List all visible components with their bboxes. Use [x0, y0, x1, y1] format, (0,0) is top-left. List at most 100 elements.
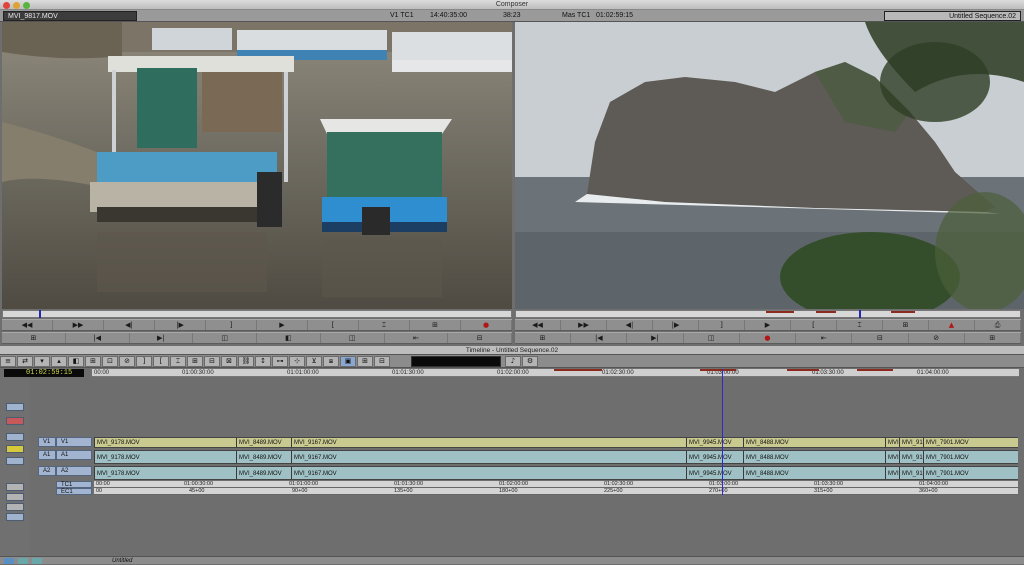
add-edit-button[interactable]: ⊞: [187, 356, 203, 367]
a1-track[interactable]: MVI_9178.MOV MVI_8489.MOV MVI_9167.MOV M…: [94, 450, 1018, 464]
rec-record-button[interactable]: ▲: [929, 320, 975, 330]
clear-out-button[interactable]: ◧: [257, 333, 321, 343]
timeline-clip[interactable]: MVI_8489.MOV: [236, 438, 291, 447]
rec-go-to-out-button[interactable]: |◀: [571, 333, 628, 343]
timeline-clip[interactable]: MVI_9167.MOV: [291, 451, 686, 463]
rec-mark-out-button[interactable]: ]: [699, 320, 745, 330]
lift-tool-button[interactable]: ⊟: [204, 356, 220, 367]
toggle-source-record-button[interactable]: ⇄: [17, 356, 33, 367]
timeline-clip[interactable]: MVI_8488.MOV: [743, 467, 885, 479]
rec-extra-button[interactable]: ⎙: [975, 320, 1021, 330]
timeline-view-3-button[interactable]: [6, 503, 24, 511]
overwrite-tool-button[interactable]: ⊠: [221, 356, 237, 367]
rec-no-button[interactable]: ⊘: [909, 333, 965, 343]
rec-clear-in-button[interactable]: ◫: [684, 333, 740, 343]
rec-step-forward-frame-button[interactable]: |▶: [653, 320, 699, 330]
timeline-clip[interactable]: MVI_8489.MOV: [236, 467, 291, 479]
timeline-clip[interactable]: MVI_9945.MOV: [686, 438, 743, 447]
chevron-up-icon[interactable]: ▴: [51, 356, 67, 367]
timeline-clip[interactable]: MVI_9167.MOV: [291, 467, 686, 479]
extract-splice-button[interactable]: ⊡: [102, 356, 118, 367]
link-icon[interactable]: ⛓: [238, 356, 254, 367]
timeline-playhead[interactable]: [722, 369, 723, 495]
v1-source-track[interactable]: V1: [38, 437, 56, 447]
trim-tool-button[interactable]: ⌶: [170, 356, 186, 367]
focus-button[interactable]: ▣: [340, 356, 356, 367]
timeline-clip[interactable]: MVI_9178.MOV: [94, 438, 236, 447]
source-position-bar[interactable]: [2, 310, 512, 318]
solo-track-button[interactable]: [6, 445, 24, 453]
effects-icon[interactable]: [32, 558, 42, 564]
rec-stop-button[interactable]: ●: [740, 333, 797, 343]
effect-tool-button[interactable]: ⊶: [272, 356, 288, 367]
zoom-button[interactable]: ⊞: [357, 356, 373, 367]
timeline-clip[interactable]: MVI_7901.MOV: [923, 438, 1018, 447]
timeline-clip[interactable]: MVI_91: [899, 438, 923, 447]
rec-step-back-frame-button[interactable]: ◀|: [607, 320, 653, 330]
chevron-down-icon[interactable]: ▾: [34, 356, 50, 367]
lift-overwrite-button[interactable]: ⊞: [85, 356, 101, 367]
overwrite-button[interactable]: ⇤: [385, 333, 449, 343]
timeline-clip[interactable]: MVI_8488.MOV: [743, 451, 885, 463]
clear-in-button[interactable]: ◫: [193, 333, 257, 343]
a2-track[interactable]: MVI_9178.MOV MVI_8489.MOV MVI_9167.MOV M…: [94, 466, 1018, 480]
timeline-view-4-button[interactable]: [6, 513, 24, 521]
play-in-out-button[interactable]: ▶|: [130, 333, 194, 343]
tc1-track[interactable]: TC1: [56, 481, 92, 488]
project-icon[interactable]: [18, 558, 28, 564]
settings-icon[interactable]: ⚙: [522, 356, 538, 367]
rec-step-back-button[interactable]: ◀◀: [515, 320, 561, 330]
source-monitor[interactable]: [2, 22, 512, 309]
rec-step-forward-button[interactable]: ▶▶: [561, 320, 607, 330]
ec1-track[interactable]: EC1: [56, 488, 92, 495]
step-back-button[interactable]: ◀◀: [2, 320, 53, 330]
timeline-position-display[interactable]: 01:02:59:15: [4, 369, 84, 377]
timeline-clip[interactable]: MVI_8489.MOV: [236, 451, 291, 463]
timeline-view-2-button[interactable]: [6, 493, 24, 501]
slip-tool-button[interactable]: ↕: [255, 356, 271, 367]
monitor-track-button[interactable]: [6, 433, 24, 441]
mark-in-button[interactable]: [: [308, 320, 359, 330]
sequence-menu[interactable]: Untitled Sequence.02: [884, 11, 1021, 21]
timeline-ruler[interactable]: 00:00 01:00:30:00 01:01:00:00 01:01:30:0…: [92, 369, 1019, 377]
rec-overwrite-button[interactable]: ⊟: [852, 333, 909, 343]
mark-clip-2-button[interactable]: ⊞: [410, 320, 461, 330]
step-back-frame-button[interactable]: ◀|: [104, 320, 155, 330]
rec-lift-button[interactable]: ⊞: [965, 333, 1021, 343]
rec-play-in-out-button[interactable]: ▶|: [627, 333, 684, 343]
mark-clip-button[interactable]: ⌶: [359, 320, 410, 330]
timeline-menu-button[interactable]: ≡: [0, 356, 16, 367]
go-to-out-button[interactable]: |◀: [66, 333, 130, 343]
segment-red-button[interactable]: ⧆: [323, 356, 339, 367]
record-button[interactable]: ●: [461, 320, 512, 330]
a2-record-track[interactable]: A2: [56, 466, 92, 476]
mark-out-button[interactable]: ]: [206, 320, 257, 330]
a1-source-track[interactable]: A1: [38, 450, 56, 460]
bin-icon[interactable]: [4, 558, 14, 564]
zoom-2-button[interactable]: ⊟: [374, 356, 390, 367]
timeline-clip[interactable]: MVI_9178.MOV: [94, 467, 236, 479]
mixdown-button[interactable]: ⊻: [306, 356, 322, 367]
speaker-icon[interactable]: ♪: [505, 356, 521, 367]
record-position-indicator[interactable]: [859, 310, 861, 318]
v1-track[interactable]: MVI_9178.MOV MVI_8489.MOV MVI_9167.MOV M…: [94, 437, 1018, 448]
play-button[interactable]: ▶: [257, 320, 308, 330]
source-position-indicator[interactable]: [39, 310, 41, 318]
timeline-clip[interactable]: MVI: [885, 467, 899, 479]
timeline-clip[interactable]: MVI: [885, 438, 899, 447]
timeline-view-button[interactable]: [6, 483, 24, 491]
master-tc-label[interactable]: Mas TC1: [562, 11, 590, 21]
step-forward-frame-button[interactable]: |▶: [155, 320, 206, 330]
rec-play-button[interactable]: ▶: [745, 320, 791, 330]
record-position-bar[interactable]: [515, 310, 1021, 318]
timeline-clip[interactable]: MVI_9945.MOV: [686, 467, 743, 479]
timeline-clip[interactable]: MVI_7901.MOV: [923, 451, 1018, 463]
render-button[interactable]: ⊹: [289, 356, 305, 367]
rec-go-to-in-button[interactable]: ⊞: [515, 333, 572, 343]
lock-track-button[interactable]: [6, 457, 24, 465]
step-forward-button[interactable]: ▶▶: [53, 320, 104, 330]
timeline-clip[interactable]: MVI: [885, 451, 899, 463]
rec-mark-clip-2-button[interactable]: ⊞: [883, 320, 929, 330]
record-monitor[interactable]: [515, 22, 1024, 309]
timeline-clip[interactable]: MVI_9178.MOV: [94, 451, 236, 463]
